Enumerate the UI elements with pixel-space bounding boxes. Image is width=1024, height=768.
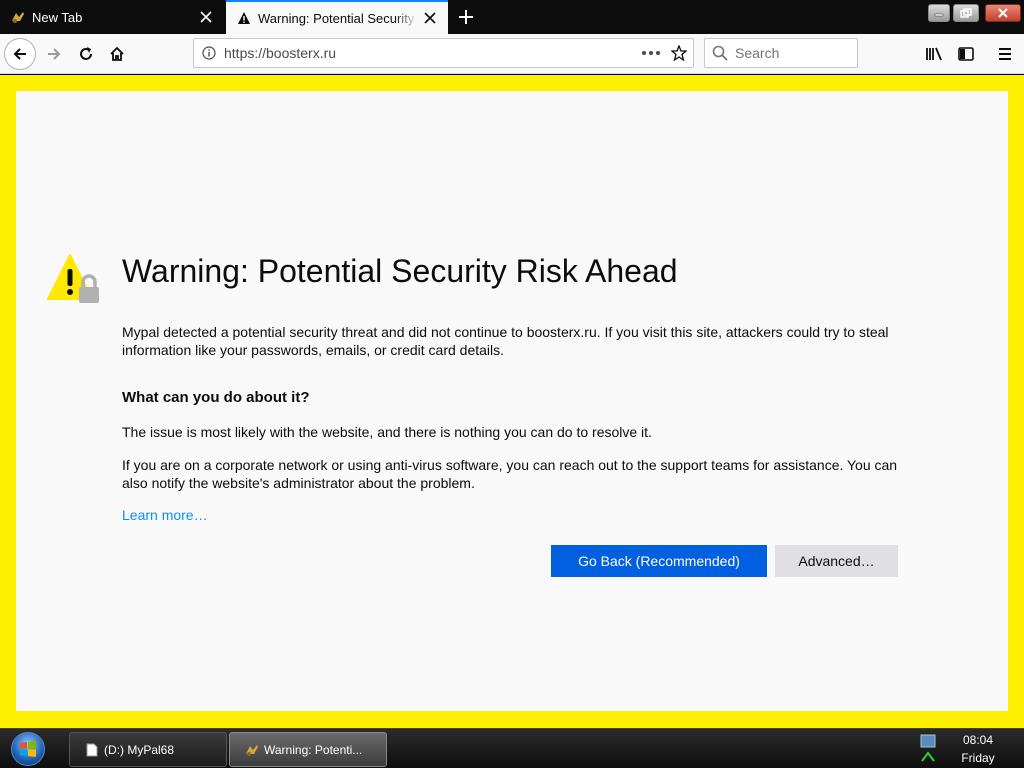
sidebar-icon bbox=[958, 47, 974, 61]
home-icon bbox=[110, 46, 124, 61]
intro-paragraph: Mypal detected a potential security thre… bbox=[122, 324, 889, 358]
home-button[interactable] bbox=[101, 38, 133, 70]
taskbar-clock[interactable]: 08:04 Friday bbox=[946, 731, 1010, 767]
new-tab-button[interactable] bbox=[452, 3, 480, 31]
learn-more-link[interactable]: Learn more… bbox=[122, 507, 208, 523]
reload-button[interactable] bbox=[70, 38, 102, 70]
restore-icon bbox=[960, 8, 972, 18]
minimize-button[interactable] bbox=[928, 4, 950, 22]
taskbar-item-label: Warning: Potenti... bbox=[264, 742, 363, 757]
windows-logo-icon bbox=[11, 732, 45, 766]
url-bar[interactable]: https://boosterx.ru bbox=[193, 38, 694, 68]
network-icon bbox=[921, 751, 935, 762]
document-icon bbox=[84, 742, 100, 758]
reload-icon bbox=[80, 47, 92, 60]
clock-time: 08:04 bbox=[962, 733, 994, 747]
close-icon bbox=[998, 8, 1008, 18]
tab-title: New Tab bbox=[32, 9, 83, 25]
page-title: Warning: Potential Security Risk Ahead bbox=[122, 253, 678, 289]
plus-icon bbox=[459, 10, 473, 24]
arrow-left-icon bbox=[13, 48, 26, 60]
sidebar-button[interactable] bbox=[950, 38, 982, 70]
minimize-icon bbox=[934, 13, 944, 17]
warning-page-background: Warning: Potential Security Risk Ahead M… bbox=[0, 75, 1024, 728]
warning-icon bbox=[236, 10, 252, 26]
close-tab-icon[interactable] bbox=[418, 6, 442, 30]
navigation-toolbar: https://boosterx.ru bbox=[0, 34, 1024, 74]
system-tray bbox=[918, 733, 938, 765]
library-icon bbox=[926, 47, 942, 61]
close-tab-icon[interactable] bbox=[194, 5, 218, 29]
hamburger-menu-icon bbox=[999, 48, 1011, 60]
mypal-logo-icon bbox=[10, 9, 26, 25]
tab-warning[interactable]: Warning: Potential Security Risk Ahead bbox=[226, 0, 448, 34]
taskbar-item-browser[interactable]: Warning: Potenti... bbox=[229, 732, 387, 767]
site-info-icon[interactable] bbox=[194, 46, 224, 60]
menu-button[interactable] bbox=[989, 38, 1021, 70]
taskbar: (D:) MyPal68 Warning: Potenti... 08:04 F… bbox=[0, 728, 1024, 768]
taskbar-item-explorer[interactable]: (D:) MyPal68 bbox=[69, 732, 227, 767]
search-input[interactable] bbox=[735, 45, 845, 61]
back-button[interactable] bbox=[4, 38, 36, 70]
warning-panel: Warning: Potential Security Risk Ahead M… bbox=[16, 91, 1008, 711]
restore-button[interactable] bbox=[953, 4, 979, 22]
warning-lock-icon bbox=[46, 253, 102, 314]
taskbar-item-label: (D:) MyPal68 bbox=[104, 742, 175, 757]
forward-button[interactable] bbox=[38, 38, 70, 70]
library-button[interactable] bbox=[918, 38, 950, 70]
tab-new-tab[interactable]: New Tab bbox=[0, 0, 224, 34]
page-actions-icon[interactable] bbox=[637, 51, 665, 55]
start-button[interactable] bbox=[8, 731, 48, 767]
tab-strip: New Tab Warning: Potential Security Risk… bbox=[0, 0, 1024, 34]
action-center-icon bbox=[920, 734, 936, 748]
go-back-button[interactable]: Go Back (Recommended) bbox=[551, 545, 767, 577]
close-window-button[interactable] bbox=[985, 4, 1021, 22]
url-text[interactable]: https://boosterx.ru bbox=[224, 45, 637, 61]
what-can-you-do-heading: What can you do about it? bbox=[122, 389, 310, 406]
bookmark-star-icon[interactable] bbox=[665, 45, 693, 61]
search-bar[interactable] bbox=[704, 38, 858, 68]
search-icon bbox=[705, 45, 735, 61]
clock-day: Friday bbox=[961, 751, 995, 765]
mypal-logo-icon bbox=[244, 742, 260, 758]
advanced-button[interactable]: Advanced… bbox=[775, 545, 898, 577]
issue-paragraph: The issue is most likely with the websit… bbox=[122, 424, 652, 440]
corporate-paragraph: If you are on a corporate network or usi… bbox=[122, 457, 898, 491]
arrow-right-icon bbox=[48, 48, 61, 60]
tab-title: Warning: Potential Security Risk Ahead bbox=[258, 10, 418, 26]
